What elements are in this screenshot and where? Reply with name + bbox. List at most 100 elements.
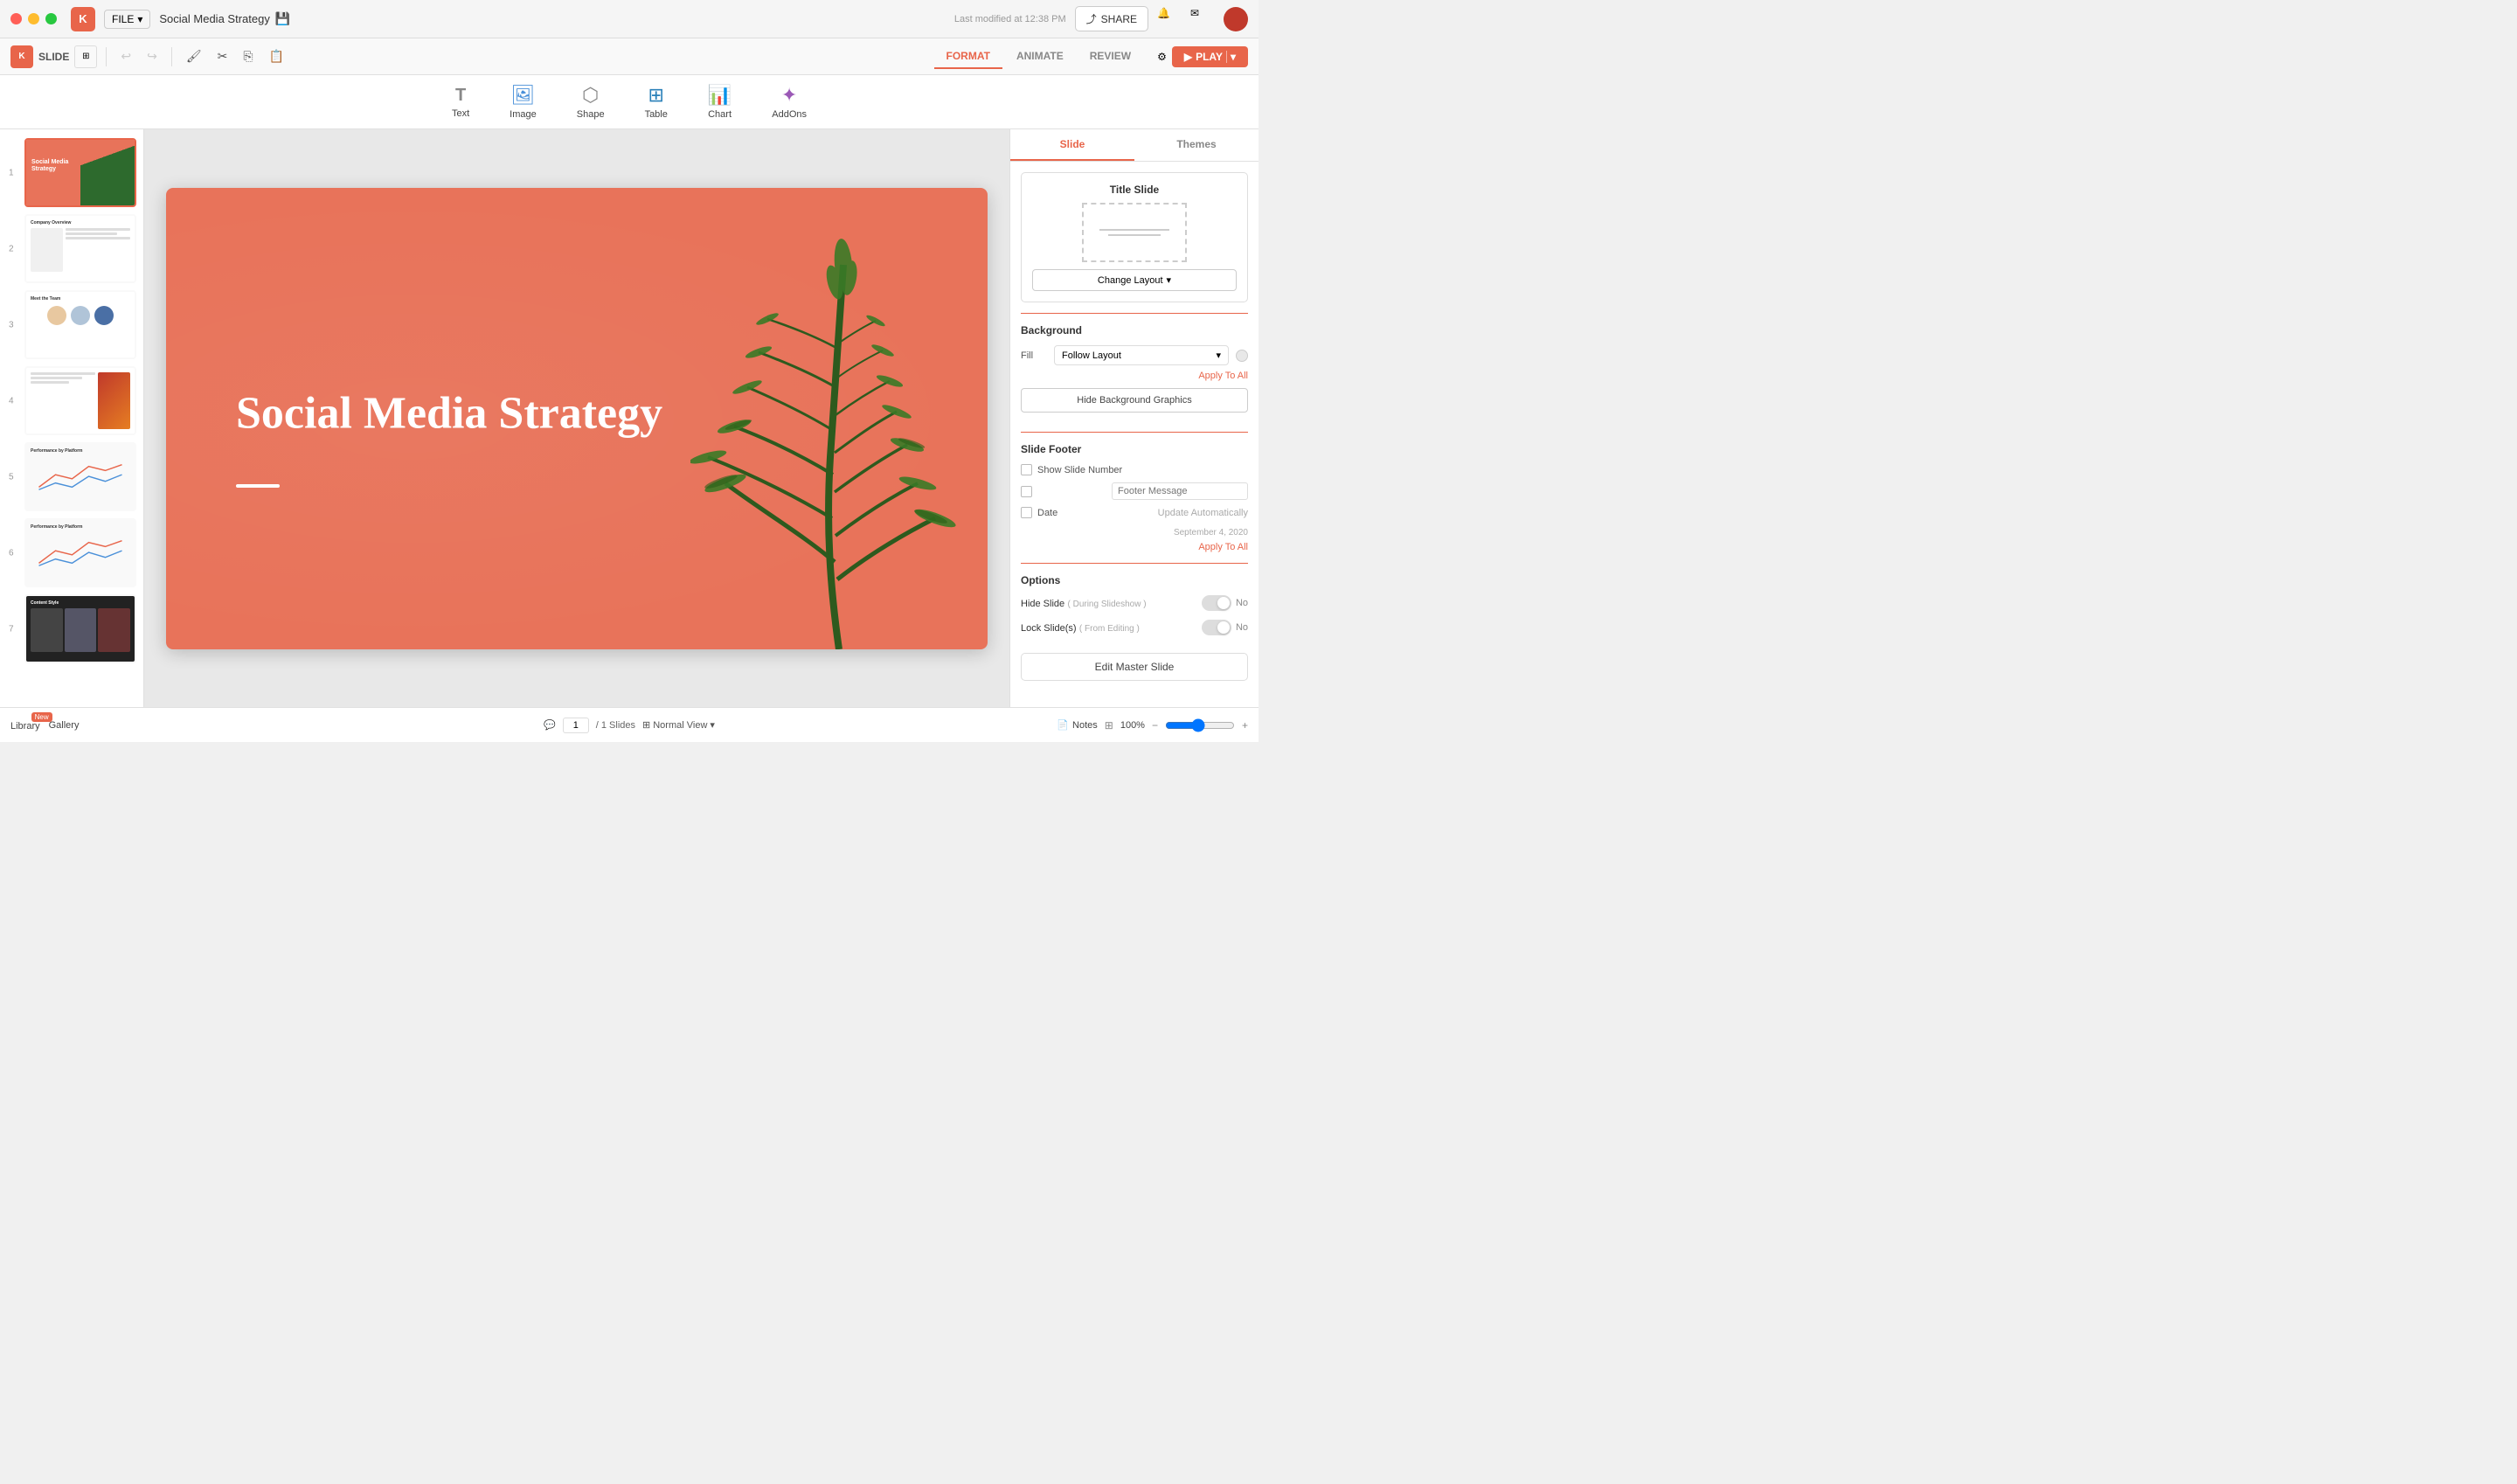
library-button[interactable]: Library bbox=[10, 721, 40, 732]
apply-to-all-footer[interactable]: Apply To All bbox=[1021, 542, 1248, 552]
library-area: Library New bbox=[10, 719, 40, 732]
bottom-left: Library New Gallery bbox=[10, 719, 416, 732]
review-tab[interactable]: REVIEW bbox=[1078, 45, 1143, 69]
new-badge: New bbox=[31, 712, 52, 722]
background-divider bbox=[1021, 313, 1248, 314]
footer-message-checkbox[interactable] bbox=[1021, 486, 1032, 497]
slide-wrap-6: 6 Performance by Platform bbox=[24, 518, 136, 587]
close-button[interactable] bbox=[10, 13, 22, 24]
layout-preview: Title Slide Change Layout ▾ bbox=[1021, 172, 1248, 302]
slide-title-text: Social Media Strategy bbox=[236, 388, 662, 438]
slide-num-3: 3 bbox=[9, 320, 14, 329]
options-divider bbox=[1021, 563, 1248, 564]
avatar[interactable] bbox=[1224, 7, 1248, 31]
themes-tab[interactable]: Themes bbox=[1134, 129, 1258, 161]
redo-button[interactable]: ↪ bbox=[142, 45, 163, 67]
show-slide-number-label[interactable]: Show Slide Number bbox=[1021, 464, 1248, 475]
share-button[interactable]: ⤴ SHARE bbox=[1075, 6, 1148, 31]
lock-slide-toggle[interactable] bbox=[1202, 620, 1231, 635]
bottom-right: 📄 Notes ⊞ 100% − + bbox=[842, 718, 1248, 732]
hide-slide-row: Hide Slide ( During Slideshow ) No bbox=[1021, 595, 1248, 611]
show-slide-number-row: Show Slide Number bbox=[1021, 464, 1248, 475]
zoom-in-icon[interactable]: + bbox=[1242, 719, 1248, 732]
undo-button[interactable]: ↩ bbox=[115, 45, 136, 67]
slide-mode-label: SLIDE bbox=[38, 51, 69, 63]
chat-icon[interactable]: 💬 bbox=[544, 719, 556, 731]
page-number-input[interactable] bbox=[563, 718, 589, 733]
zoom-out-icon[interactable]: − bbox=[1152, 719, 1158, 732]
hide-bg-graphics-button[interactable]: Hide Background Graphics bbox=[1021, 388, 1248, 413]
insert-addons-label: AddOns bbox=[772, 109, 807, 120]
app-icon: K bbox=[71, 7, 95, 31]
date-label[interactable]: Date bbox=[1021, 507, 1151, 518]
last-modified-label: Last modified at 12:38 PM bbox=[954, 14, 1066, 24]
format-tab[interactable]: FORMAT bbox=[934, 45, 1002, 69]
main-slide-canvas[interactable]: Social Media Strategy bbox=[166, 188, 988, 649]
insert-shape-button[interactable]: ⬡ Shape bbox=[570, 80, 612, 123]
hide-slide-toggle[interactable] bbox=[1202, 595, 1231, 611]
slide-num-2: 2 bbox=[9, 244, 14, 253]
grid-view-button[interactable]: ⊞ bbox=[74, 45, 97, 68]
hide-slide-label: Hide Slide bbox=[1021, 599, 1064, 609]
insert-addons-button[interactable]: ✦ AddOns bbox=[765, 80, 814, 123]
insert-table-button[interactable]: ⊞ Table bbox=[638, 80, 675, 123]
slide-thumbnail-4[interactable] bbox=[24, 366, 136, 435]
hide-slide-labels: Hide Slide ( During Slideshow ) bbox=[1021, 597, 1147, 609]
slide-thumbnail-2[interactable]: Company Overview bbox=[24, 214, 136, 283]
play-button[interactable]: ▶ PLAY ▾ bbox=[1172, 46, 1248, 67]
notes-button[interactable]: 📄 Notes bbox=[1057, 719, 1097, 731]
zoom-level-label: 100% bbox=[1120, 720, 1145, 731]
paste-button[interactable]: 📋 bbox=[264, 45, 289, 67]
slide-wrap-7: 7 Content Style bbox=[24, 594, 136, 663]
fill-row: Fill Follow Layout ▾ bbox=[1021, 345, 1248, 365]
footer-message-row bbox=[1021, 482, 1248, 500]
slide-num-7: 7 bbox=[9, 624, 14, 634]
app-logo-small: K bbox=[10, 45, 33, 68]
change-layout-button[interactable]: Change Layout ▾ bbox=[1032, 269, 1237, 291]
notifications-icon[interactable]: 🔔 bbox=[1157, 7, 1182, 31]
slide-wrap-1: 1 Social MediaStrategy bbox=[24, 138, 136, 207]
insert-text-label: Text bbox=[452, 108, 469, 119]
insert-text-button[interactable]: T Text bbox=[445, 82, 476, 122]
insert-image-button[interactable]: 🖼 Image bbox=[503, 80, 544, 123]
main-layout: 1 Social MediaStrategy 2 Company Overvie… bbox=[0, 129, 1258, 707]
fill-dropdown[interactable]: Follow Layout ▾ bbox=[1054, 345, 1229, 365]
bottom-center: 💬 / 1 Slides ⊞ Normal View ▾ bbox=[426, 718, 832, 733]
gallery-button[interactable]: Gallery bbox=[49, 720, 80, 731]
fill-color-dot[interactable] bbox=[1236, 350, 1248, 362]
date-checkbox[interactable] bbox=[1021, 507, 1032, 518]
insert-chart-button[interactable]: 📊 Chart bbox=[701, 80, 738, 123]
slide-thumbnail-6[interactable]: Performance by Platform bbox=[24, 518, 136, 587]
animate-tab[interactable]: ANIMATE bbox=[1004, 45, 1076, 69]
slide-tab[interactable]: Slide bbox=[1010, 129, 1134, 161]
slide-thumbnail-1[interactable]: Social MediaStrategy bbox=[24, 138, 136, 207]
slide-thumbnail-7[interactable]: Content Style bbox=[24, 594, 136, 663]
footer-message-label[interactable] bbox=[1021, 486, 1105, 497]
layout-preview-line-1 bbox=[1099, 229, 1169, 231]
date-value: September 4, 2020 bbox=[1174, 528, 1248, 537]
minimize-button[interactable] bbox=[28, 13, 39, 24]
image-icon: 🖼 bbox=[510, 84, 535, 107]
lock-slide-toggle-area: No bbox=[1202, 620, 1248, 635]
right-panel-content: Title Slide Change Layout ▾ Background F… bbox=[1010, 162, 1258, 707]
copy-style-button[interactable]: 🖌 bbox=[181, 45, 207, 67]
apply-to-all-background[interactable]: Apply To All bbox=[1021, 371, 1248, 381]
grid-icon[interactable]: ⊞ bbox=[1105, 719, 1113, 732]
maximize-button[interactable] bbox=[45, 13, 57, 24]
canvas-area: Social Media Strategy bbox=[144, 129, 1009, 707]
slide-thumbnail-3[interactable]: Meet the Team bbox=[24, 290, 136, 359]
slide-thumbnail-5[interactable]: Performance by Platform bbox=[24, 442, 136, 511]
settings-icon-area[interactable]: ⚙ bbox=[1157, 51, 1167, 63]
normal-view-button[interactable]: ⊞ Normal View ▾ bbox=[642, 719, 715, 731]
show-slide-number-checkbox[interactable] bbox=[1021, 464, 1032, 475]
edit-master-slide-button[interactable]: Edit Master Slide bbox=[1021, 653, 1248, 681]
slide-wrap-3: 3 Meet the Team bbox=[24, 290, 136, 359]
zoom-slider[interactable] bbox=[1165, 718, 1235, 732]
slide-wrap-5: 5 Performance by Platform bbox=[24, 442, 136, 511]
file-menu-button[interactable]: FILE ▾ bbox=[104, 10, 150, 29]
footer-message-input[interactable] bbox=[1112, 482, 1248, 500]
cut-button[interactable]: ✂ bbox=[212, 45, 233, 67]
copy-button[interactable]: ⎘ bbox=[238, 45, 258, 67]
mail-icon[interactable]: ✉ bbox=[1190, 7, 1215, 31]
slide-num-4: 4 bbox=[9, 396, 14, 406]
